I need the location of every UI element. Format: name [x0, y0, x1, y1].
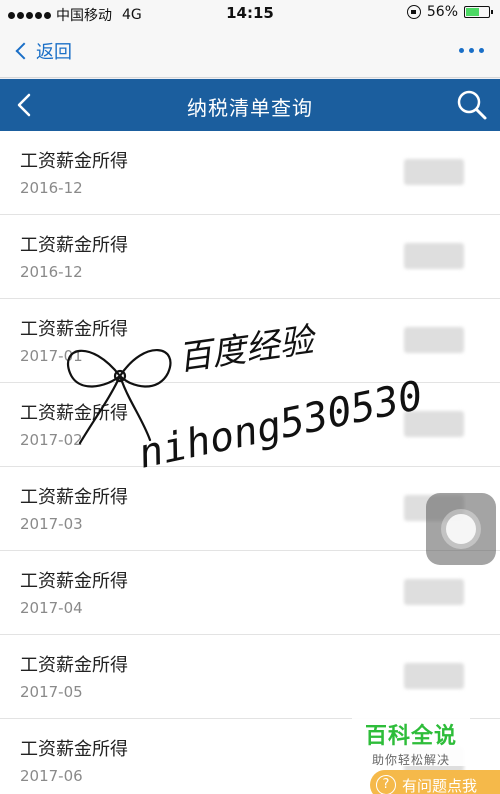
item-date: 2016-12 — [20, 263, 83, 281]
item-date: 2017-01 — [20, 347, 83, 365]
status-right: 56% — [406, 4, 493, 20]
back-button[interactable]: 返回 — [14, 38, 72, 64]
item-title: 工资薪金所得 — [20, 571, 128, 592]
baike-title: 百科全说 — [364, 724, 457, 749]
blurred-amount — [404, 243, 464, 269]
blurred-amount — [404, 411, 464, 437]
blurred-amount — [404, 327, 464, 353]
item-date: 2017-04 — [20, 599, 83, 617]
list-item[interactable]: 工资薪金所得 2017-03 — [0, 467, 500, 551]
item-date: 2017-06 — [20, 767, 83, 785]
item-date: 2017-03 — [20, 515, 83, 533]
blurred-amount — [404, 159, 464, 185]
item-title: 工资薪金所得 — [20, 151, 128, 172]
assistive-center-icon — [446, 514, 476, 544]
help-label: 有问题点我 — [402, 777, 478, 794]
more-dot-icon — [469, 48, 474, 53]
status-bar: 中国移动 4G 14:15 56% — [0, 0, 500, 26]
baike-logo: 百科全说 助你轻松解决 — [352, 712, 470, 767]
list-item[interactable]: 工资薪金所得 2017-01 — [0, 299, 500, 383]
assistive-touch-button[interactable] — [426, 493, 496, 565]
help-button[interactable]: ? 有问题点我 — [370, 770, 500, 794]
item-date: 2016-12 — [20, 179, 83, 197]
item-title: 工资薪金所得 — [20, 319, 128, 340]
battery-level — [466, 8, 480, 16]
question-mark-icon: ? — [376, 775, 396, 794]
back-label: 返回 — [36, 42, 72, 63]
item-date: 2017-05 — [20, 683, 83, 701]
rotation-lock-icon — [406, 5, 421, 19]
search-icon[interactable] — [456, 89, 488, 121]
nav-bar: 返回 — [0, 26, 500, 78]
more-options-button[interactable] — [459, 48, 484, 53]
more-dot-icon — [479, 48, 484, 53]
baike-subtitle: 助你轻松解决 — [371, 753, 450, 767]
item-title: 工资薪金所得 — [20, 235, 128, 256]
item-title: 工资薪金所得 — [20, 403, 128, 424]
blurred-amount — [404, 579, 464, 605]
blurred-amount — [404, 663, 464, 689]
list-item[interactable]: 工资薪金所得 2016-12 — [0, 131, 500, 215]
page-title: 纳税清单查询 — [187, 96, 313, 120]
battery-percent: 56% — [426, 4, 458, 20]
item-date: 2017-02 — [20, 431, 83, 449]
list-item[interactable]: 工资薪金所得 2017-02 — [0, 383, 500, 467]
item-title: 工资薪金所得 — [20, 739, 128, 760]
chevron-left-icon — [15, 42, 33, 60]
list-item[interactable]: 工资薪金所得 2017-04 — [0, 551, 500, 635]
app-screen: 中国移动 4G 14:15 56% 返回 纳税清单查询 工资薪金所得 2016-… — [0, 0, 500, 794]
item-title: 工资薪金所得 — [20, 655, 128, 676]
battery-icon — [464, 6, 493, 18]
tax-record-list: 工资薪金所得 2016-12 工资薪金所得 2016-12 工资薪金所得 2017-01 工… — [0, 131, 500, 794]
list-item[interactable]: 工资薪金所得 2016-12 — [0, 215, 500, 299]
page-header: 纳税清单查询 — [0, 79, 500, 131]
more-dot-icon — [459, 48, 464, 53]
list-item[interactable]: 工资薪金所得 2017-05 — [0, 635, 500, 719]
item-title: 工资薪金所得 — [20, 487, 128, 508]
